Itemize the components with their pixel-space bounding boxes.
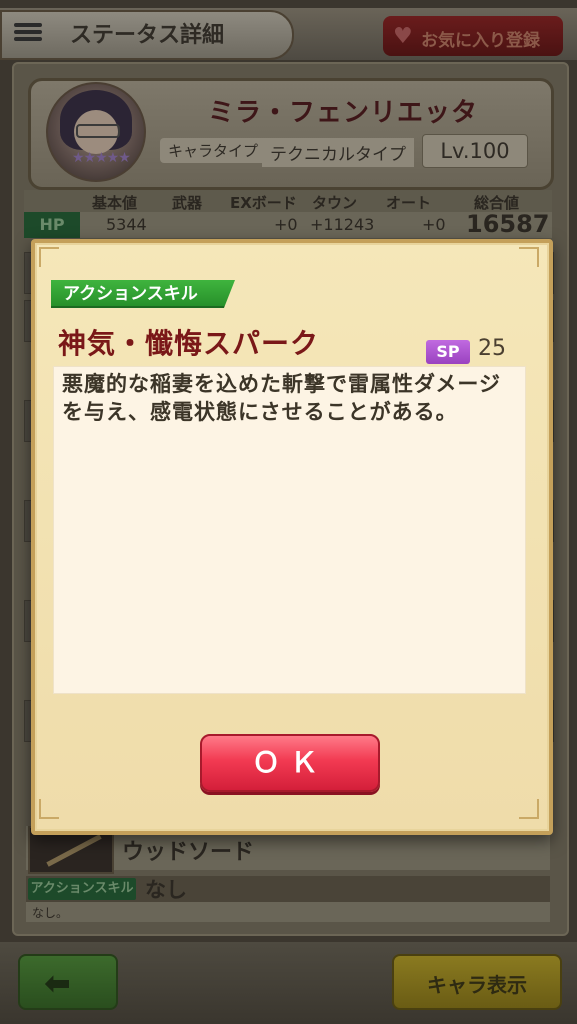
hp-town: +11243 bbox=[310, 215, 375, 234]
chara-view-button-label: キャラ表示 bbox=[427, 973, 527, 997]
weapon-skill-desc: なし。 bbox=[32, 906, 69, 920]
stats-header-auto: オート bbox=[386, 194, 432, 212]
weapon-skill-name: なし bbox=[145, 878, 187, 902]
rarity-stars: ★★★★★ bbox=[72, 150, 131, 166]
stats-header-base: 基本値 bbox=[92, 194, 138, 212]
menu-icon[interactable] bbox=[14, 20, 42, 46]
hp-label: HP bbox=[24, 212, 80, 238]
stats-header: 基本値 武器 EXボード タウン オート 総合値 bbox=[24, 190, 552, 212]
ok-button-label: ＯＫ bbox=[251, 746, 328, 779]
back-arrow-icon: ⬅ bbox=[44, 964, 71, 1002]
avatar bbox=[46, 82, 146, 182]
type-label: キャラタイプ bbox=[160, 138, 267, 163]
stats-header-exboard: EXボード bbox=[230, 194, 297, 212]
character-name: ミラ・フェンリエッタ bbox=[208, 98, 479, 128]
ok-button[interactable]: ＯＫ bbox=[200, 734, 380, 792]
dialog-corner-ornament bbox=[39, 799, 59, 819]
sp-value: 25 bbox=[478, 336, 506, 361]
chara-view-button[interactable]: キャラ表示 bbox=[392, 954, 562, 1010]
stats-header-weapon: 武器 bbox=[172, 194, 203, 212]
weapon-skill-tag: アクションスキル bbox=[28, 878, 136, 900]
hp-exboard: +0 bbox=[274, 215, 298, 234]
hp-base: 5344 bbox=[106, 215, 147, 234]
hp-total: 16587 bbox=[466, 210, 550, 238]
hp-row: 5344 +0 +11243 +0 16587 bbox=[24, 210, 552, 238]
dialog-corner-ornament bbox=[39, 247, 59, 267]
skill-description: 悪魔的な稲妻を込めた斬撃で雷属性ダメージを与え、感電状態にさせることがある。 bbox=[62, 372, 501, 424]
back-button[interactable]: ⬅ bbox=[18, 954, 118, 1010]
type-value: テクニカルタイプ bbox=[262, 138, 414, 167]
level-badge: Lv.100 bbox=[422, 134, 528, 168]
action-skill-tag: アクションスキル bbox=[51, 280, 235, 308]
heart-icon: ♥ bbox=[393, 24, 413, 49]
dialog-corner-ornament bbox=[519, 799, 539, 819]
sp-badge: SP bbox=[426, 340, 470, 364]
stats-header-town: タウン bbox=[312, 194, 358, 212]
weapon-name: ウッドソード bbox=[122, 840, 255, 865]
weapon-skill-desc-row bbox=[26, 902, 550, 922]
skill-name: 神気・懺悔スパーク bbox=[58, 327, 320, 360]
favorite-button-label: お気に入り登録 bbox=[421, 31, 540, 51]
page-title: ステータス詳細 bbox=[70, 23, 225, 48]
dialog-corner-ornament bbox=[519, 247, 539, 267]
hp-auto: +0 bbox=[422, 215, 446, 234]
favorite-button[interactable]: ♥ お気に入り登録 bbox=[383, 16, 563, 56]
